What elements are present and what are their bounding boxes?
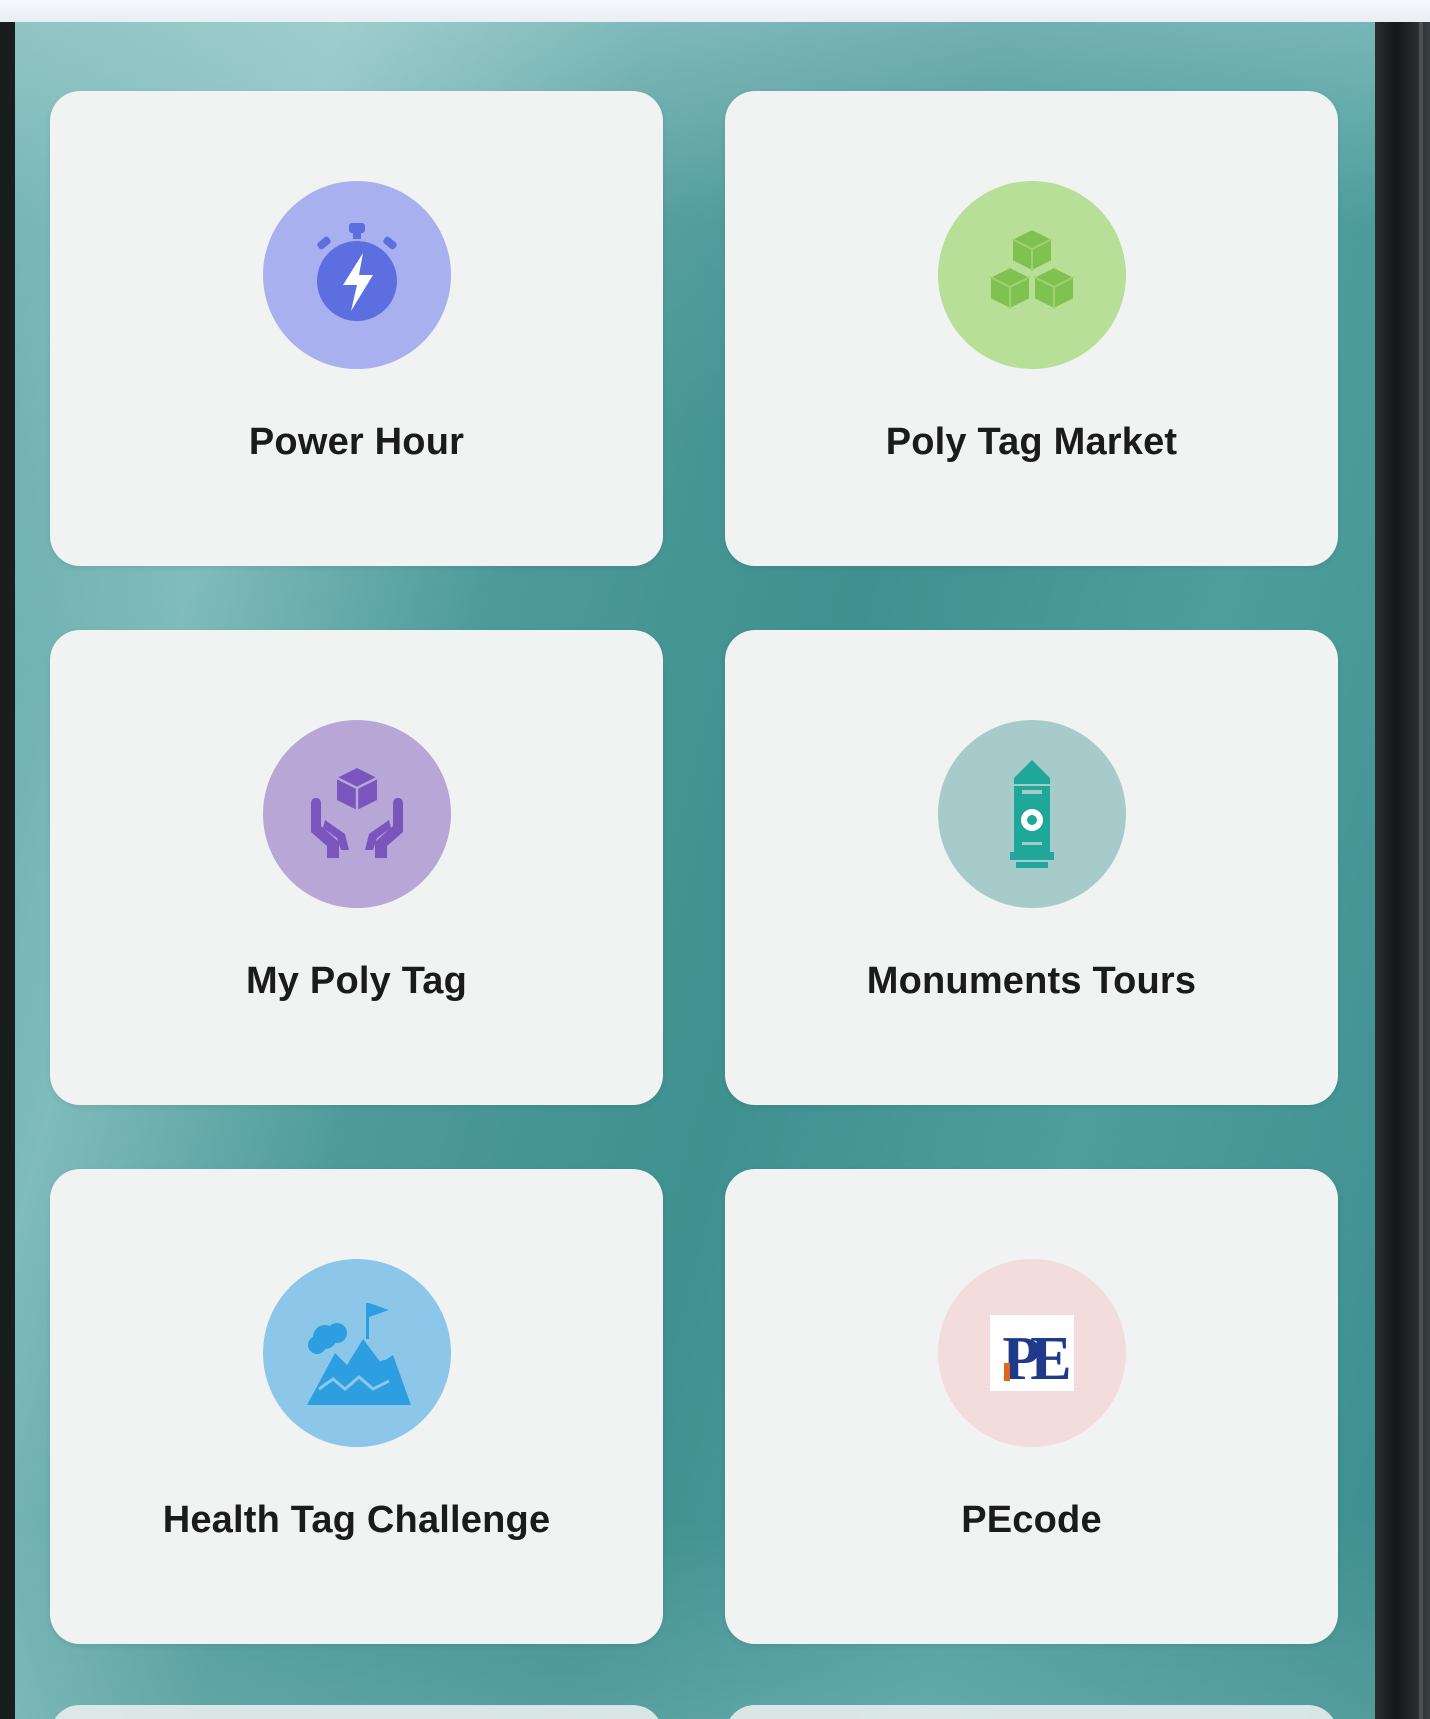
monuments-tours-icon-circle [937, 720, 1126, 908]
tile-health-tag-challenge[interactable]: Health Tag Challenge [50, 1169, 663, 1644]
tile-my-poly-tag[interactable]: My Poly Tag [50, 630, 663, 1105]
next-row-tile-peek-right [725, 1705, 1338, 1719]
tile-label: Power Hour [248, 421, 465, 463]
tile-label: PEcode [961, 1499, 1102, 1541]
tile-poly-tag-market[interactable]: Poly Tag Market [725, 91, 1338, 566]
app-screenshot: Power Hour Poly Tag Market My Poly Tag M… [0, 0, 1430, 1719]
top-edge [0, 0, 1430, 22]
tile-label: Monuments Tours [866, 960, 1197, 1002]
tile-label: Health Tag Challenge [162, 1499, 551, 1541]
pecode-icon-circle: PE [937, 1259, 1126, 1447]
next-row-tile-peek-left [50, 1705, 663, 1719]
svg-text:PE: PE [1002, 1325, 1069, 1393]
tile-monuments-tours[interactable]: Monuments Tours [725, 630, 1338, 1105]
app-screen: Power Hour Poly Tag Market My Poly Tag M… [15, 22, 1375, 1719]
monument-tower-icon [1009, 760, 1054, 868]
my-poly-tag-icon-circle [262, 720, 451, 908]
tile-label: Poly Tag Market [885, 421, 1178, 463]
device-right-bezel [1375, 22, 1430, 1719]
cubes-icon [988, 227, 1075, 311]
health-tag-challenge-icon-circle [262, 1259, 451, 1447]
hands-cube-icon [310, 768, 403, 858]
pe-logo-icon: PE [989, 1315, 1079, 1393]
tile-pecode[interactable]: PE PEcode [725, 1169, 1338, 1644]
feature-grid: Power Hour Poly Tag Market My Poly Tag M… [15, 22, 1375, 1719]
tile-label: My Poly Tag [245, 960, 468, 1002]
poly-tag-market-icon-circle [937, 181, 1126, 369]
tile-power-hour[interactable]: Power Hour [50, 91, 663, 566]
stopwatch-bolt-icon [316, 223, 397, 321]
device-left-bezel [0, 22, 15, 1719]
mountain-flag-icon [306, 1303, 411, 1405]
power-hour-icon-circle [262, 181, 451, 369]
